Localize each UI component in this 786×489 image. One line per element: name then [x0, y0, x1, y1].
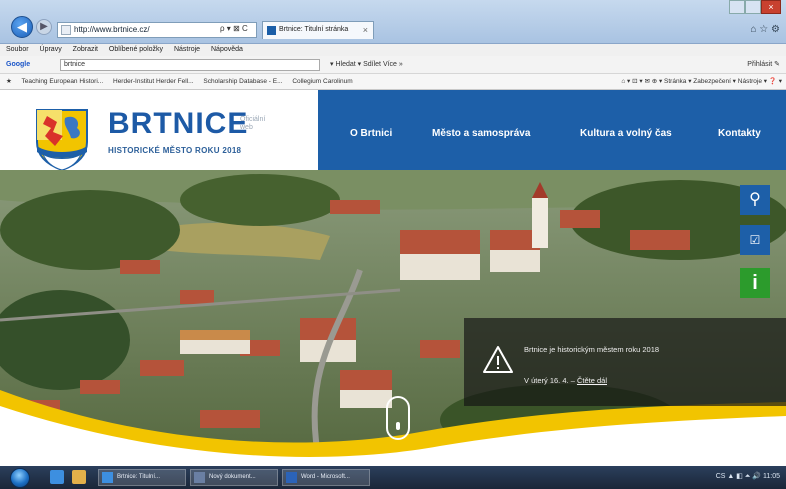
menu-tools[interactable]: Nástroje — [174, 46, 200, 53]
favorite-link[interactable]: Collegium Carolinum — [292, 78, 352, 85]
menu-bar: Soubor Úpravy Zobrazit Oblíbené položky … — [0, 44, 786, 56]
brand-title[interactable]: BRTNICE — [108, 107, 248, 141]
notice-panel: Brtnice je historickým městem roku 2018 … — [464, 318, 786, 406]
favorite-link[interactable]: Herder-Institut Herder Fell... — [113, 78, 194, 85]
home-favorites-settings-icons[interactable]: ⌂ ☆ ⚙ — [750, 24, 780, 35]
taskbar-task[interactable]: Brtnice: Titulní... — [98, 469, 186, 486]
window-controls: × — [729, 0, 784, 18]
menu-help[interactable]: Nápověda — [211, 46, 243, 53]
task-label: Nový dokument... — [209, 474, 256, 480]
warning-triangle-icon — [483, 346, 513, 373]
nav-item-kontakty[interactable]: Kontakty — [718, 128, 761, 139]
word-icon — [286, 472, 297, 483]
menu-favorites[interactable]: Oblíbené položky — [109, 46, 163, 53]
task-label: Word - Microsoft... — [301, 474, 350, 480]
notice-date: V úterý 16. 4. – — [524, 376, 575, 385]
start-button[interactable] — [10, 468, 30, 488]
system-tray[interactable]: CS ▲ ◧ ⏶ 🔊 11:05 — [716, 472, 780, 481]
explorer-taskbar-icon[interactable] — [72, 470, 86, 484]
search-button[interactable]: ⚲ — [740, 185, 770, 215]
google-signin-link[interactable]: Přihlásit ✎ — [747, 56, 780, 74]
notice-headline: Brtnice je historickým městem roku 2018 — [524, 345, 660, 354]
info-icon: i — [752, 272, 758, 294]
tab-brtnice[interactable]: Brtnice: Titulní stránka × — [262, 21, 374, 39]
address-tools[interactable]: ρ ▾ ⊠ C — [220, 24, 248, 33]
search-icon: ⚲ — [749, 191, 761, 208]
document-icon — [194, 472, 205, 483]
site-favicon-icon — [267, 26, 276, 35]
nav-item-mesto-a-samosprava[interactable]: Město a samospráva — [432, 128, 530, 139]
taskbar-task[interactable]: Word - Microsoft... — [282, 469, 370, 486]
minimize-button[interactable] — [729, 0, 745, 14]
menu-edit[interactable]: Úpravy — [40, 46, 62, 53]
ie-taskbar-icon[interactable] — [50, 470, 64, 484]
back-button[interactable]: ◀ — [11, 16, 33, 38]
read-more-link[interactable]: Čtěte dál — [577, 376, 607, 385]
favorite-link[interactable]: Teaching European Histori... — [22, 78, 104, 85]
maximize-button[interactable] — [745, 0, 761, 14]
close-window-button[interactable]: × — [761, 0, 781, 14]
form-button[interactable]: ☑ — [740, 225, 770, 255]
address-text: http://www.brtnice.cz/ — [74, 25, 150, 34]
menu-view[interactable]: Zobrazit — [73, 46, 98, 53]
nav-item-kultura-a-volny-cas[interactable]: Kultura a volný čas — [580, 128, 672, 139]
favorites-star-icon[interactable]: ★ — [6, 78, 12, 85]
brand-subtitle: HISTORICKÉ MĚSTO ROKU 2018 — [108, 146, 242, 155]
scroll-down-indicator[interactable] — [386, 396, 410, 440]
notice-date-line: V úterý 16. 4. – Čtěte dál — [524, 376, 607, 385]
windows-taskbar: Brtnice: Titulní... Nový dokument... Wor… — [0, 466, 786, 489]
nav-item-o-brtnici[interactable]: O Brtnici — [350, 128, 392, 139]
info-button[interactable]: i — [740, 268, 770, 298]
tab-close-icon[interactable]: × — [363, 22, 368, 38]
favorite-link[interactable]: Scholarship Database - E... — [203, 78, 282, 85]
taskbar-task[interactable]: Nový dokument... — [190, 469, 278, 486]
menu-file[interactable]: Soubor — [6, 46, 29, 53]
brtnice-crest-icon[interactable] — [33, 106, 91, 172]
official-web-label: Oficiální web — [240, 116, 266, 131]
forward-arrow-icon: ▶ — [40, 21, 48, 32]
forward-button[interactable]: ▶ — [36, 19, 52, 35]
command-bar[interactable]: ⌂ ▾ ⊡ ▾ ✉ ⊕ ▾ Stránka ▾ Zabezpečení ▾ Ná… — [621, 74, 782, 90]
main-navigation: O Brtnici Město a samospráva Kultura a v… — [318, 90, 786, 170]
task-label: Brtnice: Titulní... — [117, 474, 161, 480]
tab-title: Brtnice: Titulní stránka — [279, 26, 349, 33]
google-toolbar-buttons[interactable]: ▾ Hledat ▾ Sdílet Více » — [330, 56, 403, 74]
ie-icon — [102, 472, 113, 483]
browser-titlebar: ◀ ▶ http://www.brtnice.cz/ ρ ▾ ⊠ C Brtni… — [0, 0, 786, 44]
scroll-dot-icon — [396, 422, 400, 430]
google-search-input[interactable]: brtnice — [60, 59, 320, 71]
back-arrow-icon: ◀ — [17, 19, 27, 34]
checkbox-form-icon: ☑ — [749, 233, 761, 247]
google-toolbar: Google brtnice ▾ Hledat ▾ Sdílet Více » … — [0, 56, 786, 74]
page-icon — [61, 25, 71, 35]
google-logo: Google — [6, 61, 31, 68]
favorites-bar: ★ Teaching European Histori... Herder-In… — [0, 74, 786, 90]
